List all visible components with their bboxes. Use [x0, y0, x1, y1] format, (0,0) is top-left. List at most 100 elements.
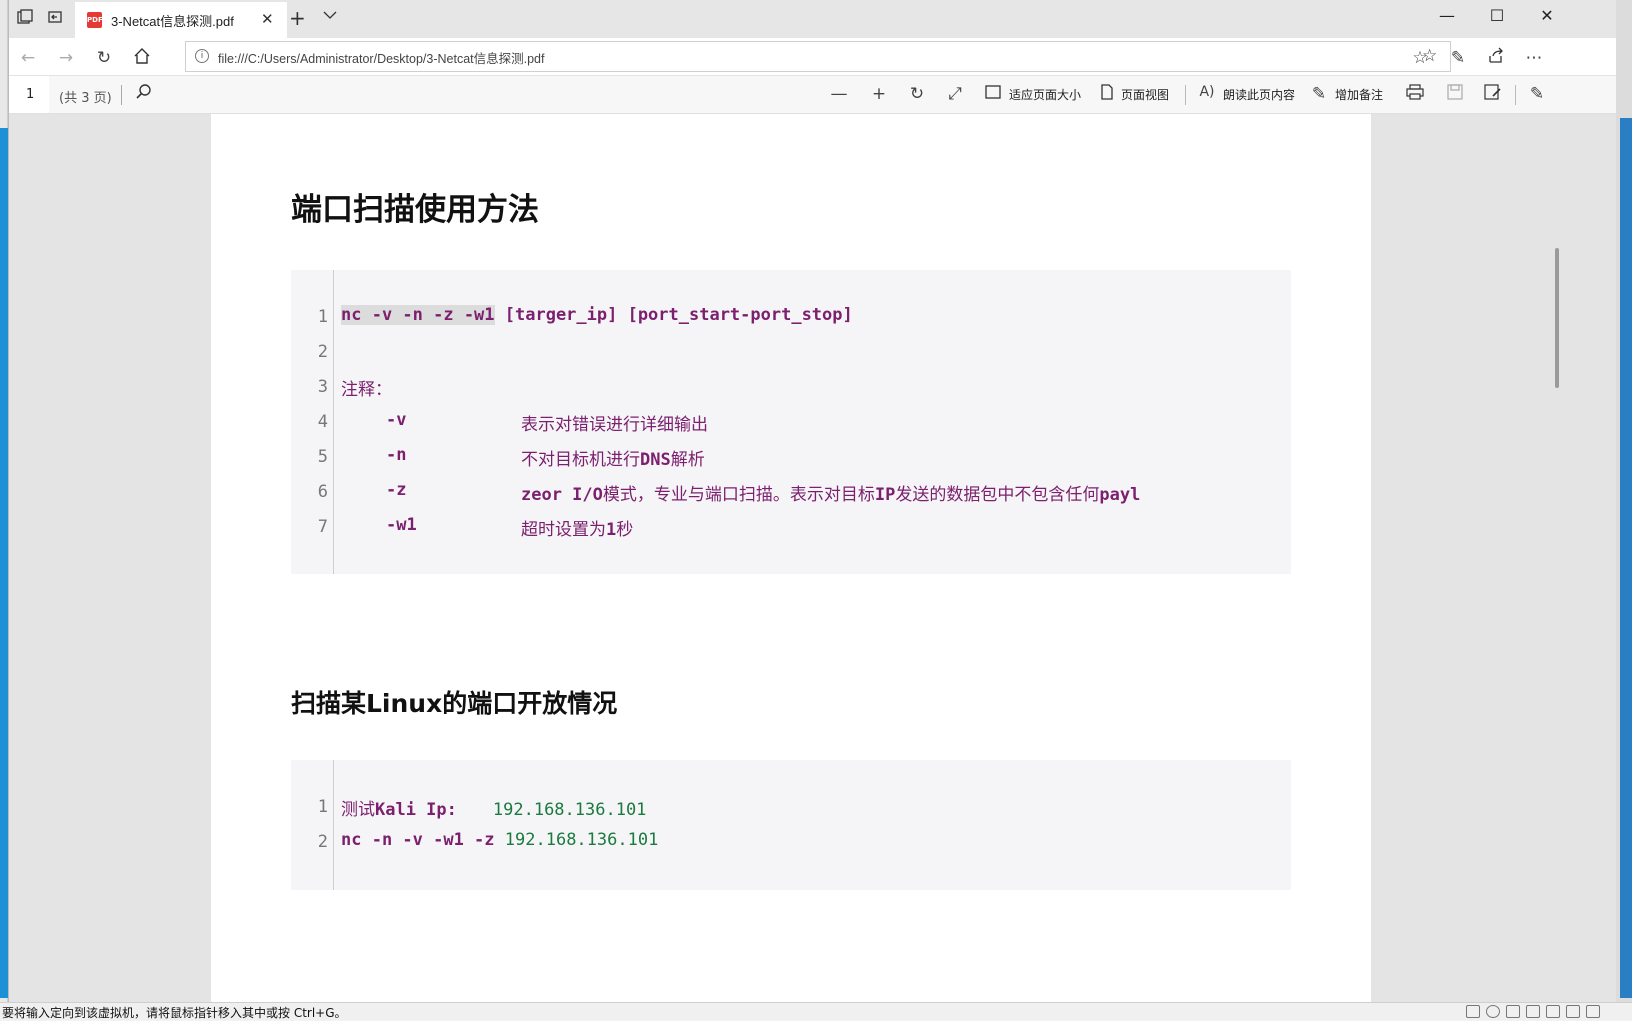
page-number: 1: [26, 87, 35, 102]
cd-drive-icon[interactable]: [1486, 1005, 1500, 1018]
ip-address: 192.168.136.101: [504, 830, 659, 850]
pdf-file-icon: PDF: [87, 12, 103, 28]
zoom-out-icon[interactable]: —: [827, 84, 851, 104]
line-number: 5: [317, 447, 328, 467]
tab-title: 3-Netcat信息探测.pdf: [111, 14, 234, 29]
option-w1-description: 超时设置为1秒: [521, 515, 633, 540]
tab-preview-icon[interactable]: [45, 9, 65, 29]
minimize-icon[interactable]: —: [1425, 6, 1469, 25]
code-line-1: nc -v -n -z -w1 [targer_ip] [port_start-…: [341, 305, 853, 325]
vm-status-bar: 要将输入定向到该虚拟机，请将鼠标指针移入其中或按 Ctrl+G。: [0, 1002, 1632, 1020]
close-window-icon[interactable]: ✕: [1525, 6, 1569, 25]
desc-part: 解析: [670, 450, 705, 470]
maximize-icon[interactable]: ☐: [1475, 6, 1519, 25]
toolbar-divider: [1185, 85, 1186, 105]
arrow-right-icon[interactable]: →: [55, 47, 77, 69]
address-text: file:///C:/Users/Administrator/Desktop/3…: [218, 52, 545, 66]
search-icon[interactable]: [135, 83, 153, 106]
toolbar-divider: [121, 85, 122, 105]
pen-icon[interactable]: ✎: [1447, 47, 1469, 69]
text-part: Kali Ip:: [375, 800, 457, 820]
fit-page-button[interactable]: 适应页面大小: [1009, 86, 1081, 103]
option-z-description: zeor I/O模式，专业与端口扫描。表示对目标IP发送的数据包中不包含任何pa…: [521, 480, 1291, 505]
tabs-aside-icon[interactable]: [15, 9, 35, 29]
line-number: 1: [317, 307, 328, 327]
pen-icon[interactable]: ✎: [1307, 84, 1331, 104]
status-text: 要将输入定向到该虚拟机，请将鼠标指针移入其中或按 Ctrl+G。: [2, 1006, 347, 1020]
save-icon[interactable]: [1443, 84, 1467, 105]
scrollbar-thumb[interactable]: [1555, 248, 1559, 388]
plus-icon[interactable]: +: [289, 6, 306, 30]
command-text: nc -n -v -w1 -z: [341, 830, 495, 850]
page-view-button[interactable]: 页面视图: [1121, 86, 1169, 103]
pdf-toolbar: 1 (共 3 页) — + ↻ ⤢ 适应页面大小 页面视图 A) 朗读此页内容 …: [9, 76, 1616, 114]
ellipsis-icon[interactable]: ⋯: [1523, 47, 1545, 69]
host-desktop-strip-right: [1620, 118, 1632, 998]
page-view-icon[interactable]: [1095, 84, 1119, 105]
pdf-page: 端口扫描使用方法 1 2 3 4 5 6 7 nc -v -n -z -w1 […: [211, 114, 1371, 1002]
option-n: -n: [386, 445, 407, 465]
read-aloud-button[interactable]: 朗读此页内容: [1223, 86, 1295, 103]
line-number: 2: [317, 342, 328, 362]
info-icon[interactable]: i: [195, 49, 209, 63]
chevron-down-icon[interactable]: [323, 9, 337, 24]
toolbar-divider: [1515, 85, 1516, 105]
desc-part: 不对目标机进行: [521, 450, 640, 470]
star-list-icon[interactable]: ☆: [1409, 47, 1431, 69]
rotate-icon[interactable]: ↻: [905, 84, 929, 104]
code-block-example: 1 2 测试Kali Ip: 192.168.136.101 nc -n -v -…: [291, 760, 1291, 890]
home-icon[interactable]: [131, 47, 153, 69]
line-number: 2: [317, 832, 328, 852]
page-total: (共 3 页): [59, 91, 112, 106]
desc-part: DNS: [640, 450, 671, 470]
arrow-left-icon[interactable]: ←: [17, 47, 39, 69]
line-number: 1: [317, 797, 328, 817]
pdf-viewer[interactable]: 端口扫描使用方法 1 2 3 4 5 6 7 nc -v -n -z -w1 […: [9, 114, 1616, 1002]
desc-part: IP: [874, 485, 896, 505]
host-desktop-strip-left: [0, 128, 8, 998]
usb-icon[interactable]: [1506, 1005, 1520, 1018]
message-icon[interactable]: [1586, 1005, 1600, 1018]
option-v: -v: [386, 410, 407, 430]
text-part: 测试: [341, 800, 375, 820]
read-aloud-icon[interactable]: A): [1195, 84, 1219, 100]
heading-port-scan-usage: 端口扫描使用方法: [291, 192, 539, 228]
command-text: nc -v -n -z -w1: [341, 305, 495, 325]
share-icon[interactable]: [1485, 47, 1507, 69]
fit-page-icon[interactable]: [981, 84, 1005, 104]
code-line-3: 注释：: [341, 380, 392, 400]
title-bar: PDF 3-Netcat信息探测.pdf ✕ + — ☐ ✕: [9, 0, 1616, 38]
ip-address: 192.168.136.101: [492, 800, 647, 820]
desc-part: 1: [606, 520, 617, 540]
vertical-scrollbar[interactable]: [1549, 114, 1566, 1002]
line-number: 4: [317, 412, 328, 432]
zoom-in-icon[interactable]: +: [867, 84, 891, 104]
code-line-1: 测试Kali Ip: 192.168.136.101: [341, 795, 646, 820]
print-icon[interactable]: [1403, 84, 1427, 105]
save-as-icon[interactable]: [1481, 84, 1505, 105]
desc-part: zeor I/O: [521, 485, 603, 505]
line-number: 3: [317, 377, 328, 397]
command-args: [targer_ip] [port_start-port_stop]: [494, 305, 853, 325]
desc-part: 秒: [616, 520, 634, 540]
option-z: -z: [386, 480, 407, 500]
fullscreen-icon[interactable]: ⤢: [943, 84, 967, 104]
printer-icon[interactable]: [1566, 1005, 1580, 1018]
browser-window: PDF 3-Netcat信息探测.pdf ✕ + — ☐ ✕ ← → ↻ i f…: [8, 0, 1616, 1002]
address-bar[interactable]: i file:///C:/Users/Administrator/Desktop…: [185, 41, 1451, 72]
option-n-description: 不对目标机进行DNS解析: [521, 445, 705, 470]
add-notes-button[interactable]: 增加备注: [1335, 86, 1383, 103]
refresh-icon[interactable]: ↻: [93, 47, 115, 69]
pin-toolbar-icon[interactable]: ✎: [1525, 84, 1549, 104]
close-tab-icon[interactable]: ✕: [261, 10, 274, 28]
tab-active[interactable]: PDF 3-Netcat信息探测.pdf ✕: [75, 2, 287, 38]
display-icon[interactable]: [1546, 1005, 1560, 1018]
speaker-icon[interactable]: [1526, 1005, 1540, 1018]
desc-part: 模式，专业与端口扫描。表示对目标: [602, 485, 875, 505]
option-v-description: 表示对错误进行详细输出: [521, 415, 708, 435]
page-number-input[interactable]: 1: [9, 76, 49, 113]
line-number: 7: [317, 517, 328, 537]
network-icon[interactable]: [1466, 1005, 1480, 1018]
code-block-syntax: 1 2 3 4 5 6 7 nc -v -n -z -w1 [targer_ip…: [291, 270, 1291, 574]
heading-linux-scan: 扫描某Linux的端口开放情况: [291, 689, 618, 718]
